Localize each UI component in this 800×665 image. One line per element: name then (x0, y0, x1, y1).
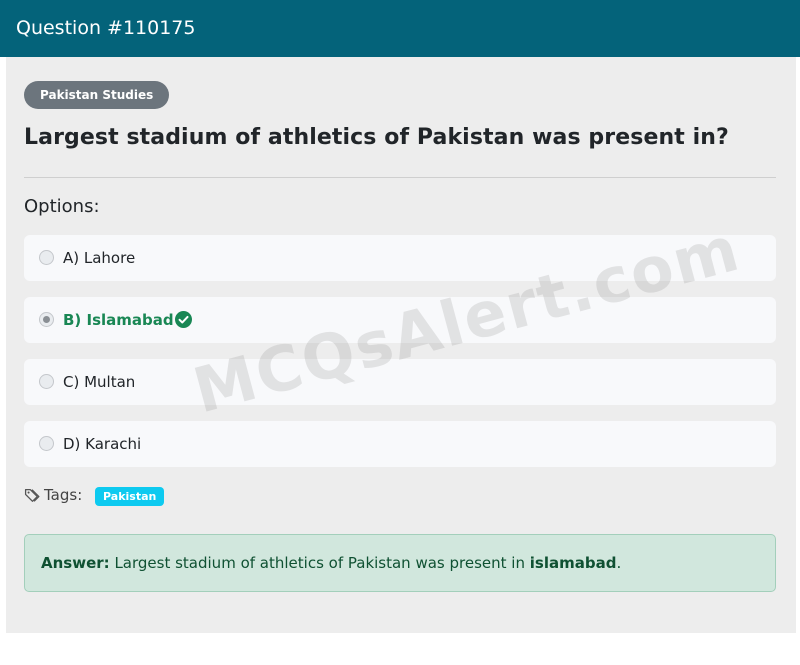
question-header: Question #110175 (0, 0, 800, 57)
answer-highlight: islamabad (529, 554, 617, 572)
option-a[interactable]: A) Lahore (24, 235, 776, 281)
answer-alert: Answer: Largest stadium of athletics of … (24, 534, 776, 592)
option-c-label: C) Multan (63, 373, 136, 391)
option-d[interactable]: D) Karachi (24, 421, 776, 467)
answer-prefix: Answer: (41, 554, 110, 572)
question-card-body: Pakistan Studies Largest stadium of athl… (6, 57, 796, 633)
tags-label: Tags: (44, 486, 83, 504)
tag-badge-pakistan[interactable]: Pakistan (95, 487, 165, 506)
option-a-radio[interactable] (39, 250, 54, 265)
options-label: Options: (24, 196, 100, 217)
check-circle-icon (175, 311, 192, 328)
question-text: Largest stadium of athletics of Pakistan… (24, 125, 729, 150)
answer-sentence: Largest stadium of athletics of Pakistan… (114, 554, 525, 572)
question-number-title: Question #110175 (16, 17, 196, 39)
option-b[interactable]: B) Islamabad (24, 297, 776, 343)
option-d-label: D) Karachi (63, 435, 142, 453)
bottom-strip (0, 633, 800, 665)
answer-suffix: . (616, 554, 622, 572)
option-d-radio[interactable] (39, 436, 54, 451)
divider (24, 177, 776, 178)
option-b-label: B) Islamabad (63, 311, 174, 329)
option-b-radio[interactable] (39, 312, 54, 327)
subject-badge[interactable]: Pakistan Studies (24, 81, 170, 109)
tags-icon (24, 489, 40, 502)
option-a-label: A) Lahore (63, 249, 136, 267)
option-c-radio[interactable] (39, 374, 54, 389)
option-c[interactable]: C) Multan (24, 359, 776, 405)
